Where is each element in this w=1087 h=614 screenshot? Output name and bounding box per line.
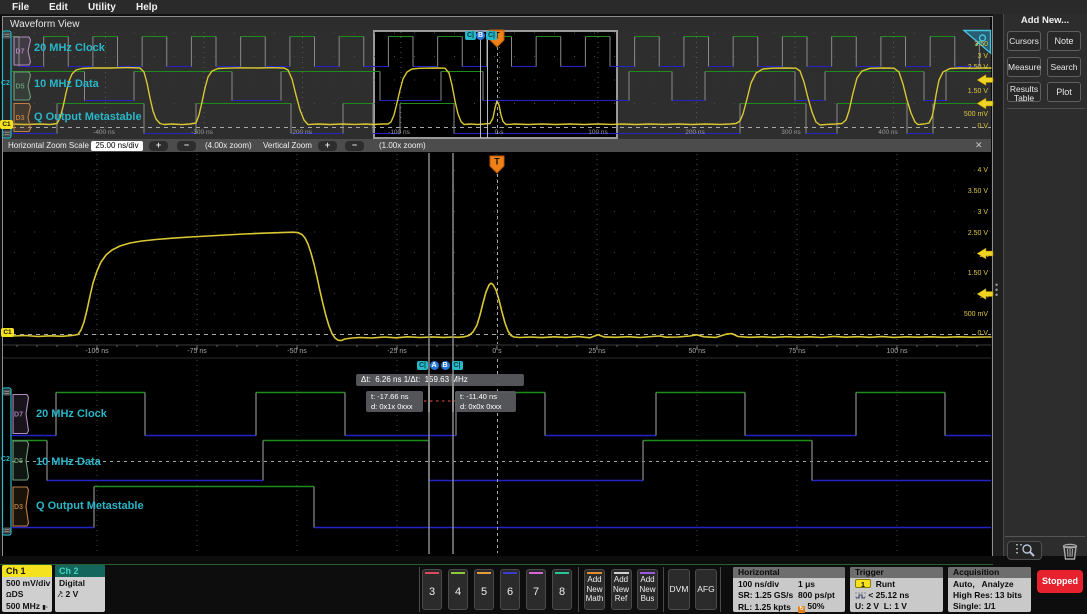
svg-text:D7: D7	[16, 49, 25, 56]
svg-text:D5: D5	[16, 84, 25, 91]
svg-text:D7: D7	[14, 412, 23, 419]
svg-text:D3: D3	[16, 115, 25, 122]
svg-text:D3: D3	[14, 504, 23, 511]
svg-text:T: T	[494, 157, 500, 167]
svg-text:D5: D5	[14, 458, 23, 465]
